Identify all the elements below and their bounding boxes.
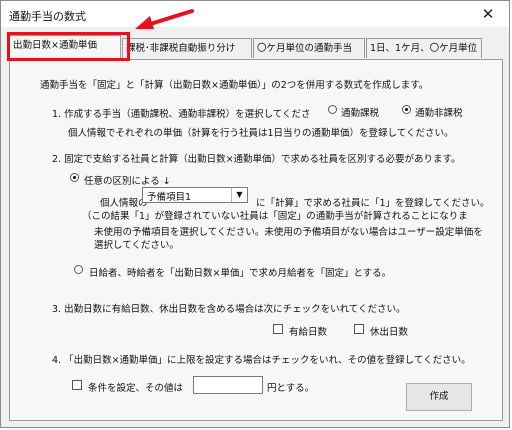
- chevron-down-icon: ▼: [231, 188, 247, 202]
- tab-label: 〇ケ月単位の通勤手当: [257, 43, 353, 54]
- radio-optional-distinction-label: 任意の区別による ↓: [84, 176, 171, 187]
- checkbox-upper-limit[interactable]: [72, 380, 82, 390]
- checkbox-paid-leave-days[interactable]: [273, 324, 283, 334]
- close-icon[interactable]: ✕: [474, 4, 502, 24]
- radio-nontaxable-label: 通勤非課税: [415, 108, 463, 119]
- tab-period-units[interactable]: 1日、1ケ月、〇ケ月単位: [366, 38, 482, 58]
- upper-limit-input[interactable]: [193, 376, 263, 394]
- checkbox-holiday-work-days[interactable]: [354, 324, 364, 334]
- upper-limit-suffix: 円とする。: [267, 383, 315, 394]
- select-instruction: に「計算」で求める社員に「1」を登録してください。: [256, 198, 490, 209]
- section2-note-2: 未使用の予備項目を選択してください。未使用の予備項目がない場合はユーザー設定単価…: [94, 227, 483, 238]
- section1-heading: 1. 作成する手当（通勤課税、通勤非課税）を選択してくださ: [52, 109, 311, 120]
- red-arrow-icon: [135, 9, 194, 29]
- window-title: 通勤手当の数式: [9, 10, 86, 23]
- title-bar: 通勤手当の数式 ✕: [1, 1, 509, 27]
- section1-note: 個人情報でそれぞれの単価（計算を行う社員は1日当りの通勤単価）を登録してください…: [68, 128, 454, 139]
- radio-taxable[interactable]: [328, 105, 337, 114]
- intro-text: 通勤手当を「固定」と「計算（出勤日数×通勤単価）」の2つを併用する数式を作成しま…: [40, 80, 429, 91]
- tab-panel: 通勤手当を「固定」と「計算（出勤日数×通勤単価）」の2つを併用する数式を作成しま…: [9, 59, 503, 421]
- radio-taxable-label: 通勤課税: [341, 108, 380, 119]
- radio-daily-hourly-label: 日給者、時給者を「出勤日数×単価」で求め月給者を「固定」とする。: [89, 268, 392, 279]
- checkbox-holiday-work-days-label: 休出日数: [370, 327, 409, 338]
- section4-heading: 4. 「出勤日数×通勤単価」に上限を設定する場合はチェックをいれ、その値を登録し…: [52, 355, 471, 366]
- tab-monthly-unit-allowance[interactable]: 〇ケ月単位の通勤手当: [253, 38, 365, 58]
- radio-optional-distinction[interactable]: [70, 173, 79, 182]
- red-highlight-box: [7, 32, 130, 61]
- checkbox-paid-leave-days-label: 有給日数: [289, 327, 328, 338]
- radio-daily-hourly[interactable]: [74, 265, 83, 274]
- section2-note-1: （この結果「1」が登録されていない社員は「固定」の通勤手当が計算されることになり…: [82, 211, 468, 222]
- reserve-item-select-value: 予備項目1: [147, 192, 192, 203]
- section2-heading: 2. 固定で支給する社員と計算（出勤日数×通勤単価）で求める社員を区別する必要が…: [52, 154, 461, 165]
- checkbox-upper-limit-label: 条件を設定、その値は: [88, 383, 184, 394]
- section3-heading: 3. 出勤日数に有給日数、休出日数を含める場合は次にチェックをいれてください。: [52, 304, 406, 315]
- section2-note-3: 選択してください。: [94, 240, 179, 251]
- tab-tax-auto-split[interactable]: 課税･非課税自動振り分け: [122, 38, 252, 58]
- reserve-item-select[interactable]: 予備項目1 ▼: [142, 187, 248, 203]
- tab-label: 1日、1ケ月、〇ケ月単位: [370, 43, 478, 54]
- personal-info-label: 個人情報の: [100, 198, 148, 209]
- tab-label: 課税･非課税自動振り分け: [126, 43, 236, 54]
- radio-nontaxable[interactable]: [402, 105, 411, 114]
- create-button[interactable]: 作成: [406, 383, 472, 411]
- dialog-window: 通勤手当の数式 ✕ 出勤日数×通勤単価 課税･非課税自動振り分け 〇ケ月単位の通…: [0, 0, 510, 428]
